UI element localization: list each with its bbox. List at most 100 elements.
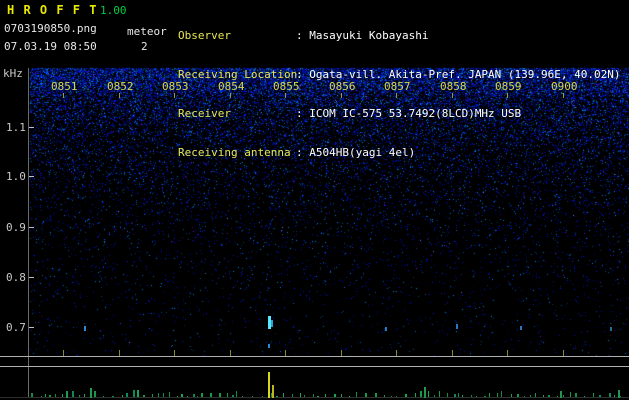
info-value: Masayuki Kobayashi — [309, 29, 429, 42]
level-tick — [158, 393, 159, 397]
minute-tick-bottom — [285, 350, 286, 356]
meteor-count: 2 — [141, 40, 148, 53]
level-tick — [283, 393, 284, 397]
level-tick — [462, 395, 463, 397]
level-tick — [201, 393, 203, 397]
level-tick — [543, 395, 544, 397]
info-label: Observer — [178, 29, 231, 42]
level-tick — [396, 396, 397, 397]
level-tick — [563, 395, 564, 397]
level-tick — [232, 395, 234, 397]
level-tick — [112, 396, 114, 397]
level-tick — [242, 396, 243, 397]
level-tick — [143, 395, 145, 397]
level-tick — [484, 396, 486, 397]
freq-tick — [29, 227, 34, 228]
signal-level-spike — [66, 391, 68, 398]
info-colon: : — [296, 146, 310, 159]
level-tick — [454, 394, 456, 397]
level-tick — [197, 396, 198, 397]
level-tick — [471, 395, 472, 397]
minute-tick-bottom — [452, 350, 453, 356]
level-tick — [187, 396, 188, 397]
level-tick — [304, 395, 305, 397]
level-tick — [341, 394, 342, 397]
time-label-0851: 0851 — [51, 80, 78, 93]
time-label-0853: 0853 — [162, 80, 189, 93]
time-label-0856: 0856 — [329, 80, 356, 93]
level-tick — [511, 394, 512, 397]
meteor-echo-mark — [271, 320, 273, 327]
level-tick — [405, 394, 407, 397]
level-tick — [219, 393, 221, 397]
level-tick — [458, 393, 459, 397]
level-tick — [300, 393, 301, 397]
level-tick — [614, 395, 615, 397]
level-tick — [476, 396, 477, 397]
level-tick — [276, 396, 278, 397]
level-tick — [424, 393, 425, 397]
minute-tick-bottom — [563, 350, 564, 356]
time-label-0852: 0852 — [107, 80, 134, 93]
meteor-echo-mark — [456, 324, 458, 329]
output-filename: 0703190850.png — [4, 22, 97, 35]
app-version: 1.00 — [100, 4, 127, 17]
level-tick — [137, 390, 139, 397]
info-label: Receiving antenna — [178, 146, 291, 159]
level-tick — [210, 393, 212, 397]
level-tick — [501, 391, 502, 397]
level-tick — [103, 396, 104, 397]
minute-tick-bottom — [396, 350, 397, 356]
level-tick — [415, 393, 416, 397]
level-tick — [535, 393, 536, 397]
level-tick — [428, 391, 429, 397]
level-tick — [447, 393, 448, 397]
minute-tick-bottom — [230, 350, 231, 356]
level-tick — [313, 394, 314, 397]
level-tick — [49, 395, 51, 397]
time-label-0900: 0900 — [551, 80, 578, 93]
level-tick — [262, 396, 263, 397]
level-tick — [133, 390, 135, 397]
freq-axis-unit: kHz — [3, 67, 23, 80]
hrofft-window: H R O F F T 1.00 0703190850.png meteor 0… — [0, 0, 629, 400]
level-tick — [620, 396, 621, 397]
level-tick — [434, 395, 435, 397]
level-tick — [391, 396, 392, 397]
level-tick — [62, 394, 63, 397]
freq-tick — [29, 327, 34, 328]
freq-label-0-7: 0.7 — [6, 321, 26, 334]
meteor-echo-mark — [520, 326, 522, 330]
level-tick — [557, 396, 558, 397]
freq-label-1-0: 1.0 — [6, 170, 26, 183]
level-tick — [530, 395, 531, 397]
minute-tick-top — [63, 93, 64, 98]
level-tick — [94, 391, 96, 397]
mode-label: meteor — [127, 25, 167, 38]
meteor-echo-mark — [84, 326, 86, 331]
freq-tick — [29, 127, 34, 128]
info-row-antenna: Receiving antenna: A504HB(yagi 4el) — [178, 146, 621, 159]
meteor-echo-mark — [385, 327, 387, 331]
level-tick — [126, 393, 128, 397]
meteor-echo-mark — [610, 327, 612, 331]
signal-level-spike — [268, 372, 270, 398]
minute-tick-top — [174, 93, 175, 98]
level-tick — [271, 393, 272, 397]
signal-level-spike — [560, 391, 562, 398]
time-label-0857: 0857 — [384, 80, 411, 93]
minute-tick-bottom — [119, 350, 120, 356]
level-tick — [181, 394, 183, 397]
level-tick — [292, 394, 293, 397]
level-tick — [593, 393, 594, 397]
level-tick — [45, 394, 46, 397]
minute-tick-bottom — [507, 350, 508, 356]
level-tick — [599, 395, 601, 397]
freq-label-0-9: 0.9 — [6, 221, 26, 234]
station-info: Observer: Masayuki Kobayashi Receiving L… — [178, 3, 621, 185]
level-tick — [122, 395, 123, 397]
level-tick — [252, 396, 253, 397]
level-tick — [31, 393, 33, 397]
level-tick — [375, 393, 377, 397]
level-tick — [177, 396, 178, 397]
